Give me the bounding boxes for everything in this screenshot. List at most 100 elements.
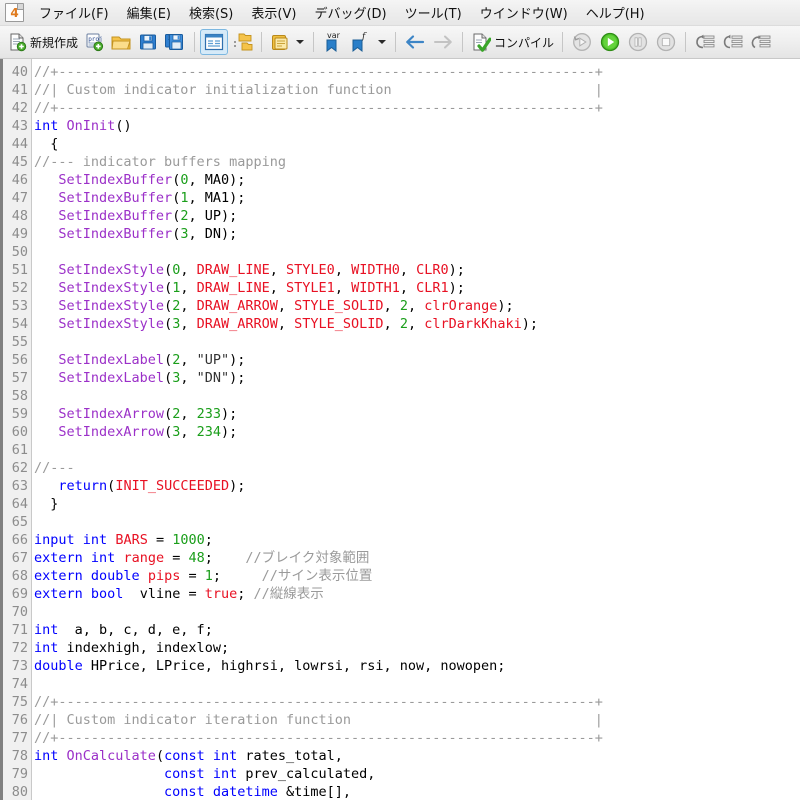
- line-number: 72: [11, 640, 28, 656]
- code-line[interactable]: [34, 333, 800, 351]
- navigate-forward-button[interactable]: [429, 29, 457, 55]
- new-project-button[interactable]: proj: [81, 29, 107, 55]
- insert-variable-button[interactable]: var: [319, 29, 347, 55]
- code-line[interactable]: {: [34, 135, 800, 153]
- code-token: int: [34, 748, 59, 764]
- save-button[interactable]: [135, 29, 161, 55]
- line-number: 69: [11, 586, 28, 602]
- code-line[interactable]: [34, 513, 800, 531]
- new-file-button[interactable]: 新規作成: [4, 29, 81, 55]
- code-line[interactable]: SetIndexBuffer(1, MA1);: [34, 189, 800, 207]
- menu-tools[interactable]: ツール(T): [396, 0, 471, 25]
- menu-view[interactable]: 表示(V): [242, 0, 305, 25]
- clipboard-dropdown-caret[interactable]: [296, 40, 305, 44]
- code-line[interactable]: [34, 243, 800, 261]
- menu-help[interactable]: ヘルプ(H): [577, 0, 654, 25]
- code-line[interactable]: return(INIT_SUCCEEDED);: [34, 477, 800, 495]
- navigate-back-button[interactable]: [401, 29, 429, 55]
- code-line[interactable]: SetIndexArrow(3, 234);: [34, 423, 800, 441]
- code-token: SetIndexArrow: [58, 424, 165, 440]
- clipboard-button[interactable]: [267, 29, 293, 55]
- code-line[interactable]: SetIndexStyle(3, DRAW_ARROW, STYLE_SOLID…: [34, 315, 800, 333]
- debug-pause-button[interactable]: [624, 29, 652, 55]
- code-line[interactable]: SetIndexArrow(2, 233);: [34, 405, 800, 423]
- function-dropdown-caret[interactable]: [378, 40, 387, 44]
- menu-file[interactable]: ファイル(F): [30, 0, 118, 25]
- compile-button[interactable]: コンパイル: [468, 29, 557, 55]
- code-token: ;: [237, 586, 254, 602]
- code-token: "UP": [196, 352, 230, 368]
- line-number: 61: [11, 442, 28, 458]
- toolbar-separator-1: [194, 32, 196, 52]
- code-line[interactable]: const int prev_calculated,: [34, 765, 800, 783]
- debug-start-button[interactable]: [596, 29, 624, 55]
- menu-search[interactable]: 検索(S): [180, 0, 242, 25]
- code-token: &time[],: [277, 784, 352, 800]
- code-line[interactable]: int OnInit(): [34, 117, 800, 135]
- code-line[interactable]: //+-------------------------------------…: [34, 693, 800, 711]
- open-button[interactable]: [107, 29, 135, 55]
- step-over-icon: [722, 32, 744, 52]
- code-line[interactable]: [34, 441, 800, 459]
- toggle-toolbox-button[interactable]: [228, 29, 256, 55]
- line-number: 48: [11, 208, 28, 224]
- code-token: ,: [180, 406, 197, 422]
- code-line[interactable]: [34, 387, 800, 405]
- code-line[interactable]: //+-------------------------------------…: [34, 63, 800, 81]
- step-out-button[interactable]: [747, 29, 775, 55]
- code-line[interactable]: SetIndexBuffer(3, DN);: [34, 225, 800, 243]
- code-line[interactable]: extern double pips = 1; //サイン表示位置: [34, 567, 800, 585]
- clipboard-icon: [270, 32, 290, 52]
- menu-window[interactable]: ウインドウ(W): [471, 0, 577, 25]
- step-into-button[interactable]: [691, 29, 719, 55]
- code-line[interactable]: SetIndexStyle(0, DRAW_LINE, STYLE0, WIDT…: [34, 261, 800, 279]
- code-line[interactable]: SetIndexLabel(3, "DN");: [34, 369, 800, 387]
- menu-debug[interactable]: デバッグ(D): [305, 0, 395, 25]
- code-token: SetIndexStyle: [58, 316, 165, 332]
- code-line[interactable]: }: [34, 495, 800, 513]
- code-line[interactable]: SetIndexLabel(2, "UP");: [34, 351, 800, 369]
- code-line[interactable]: extern bool vline = true; //縦線表示: [34, 585, 800, 603]
- code-token: =: [147, 532, 173, 548]
- code-line[interactable]: input int BARS = 1000;: [34, 531, 800, 549]
- toolbar-separator-4: [395, 32, 397, 52]
- code-line[interactable]: [34, 675, 800, 693]
- code-line[interactable]: //+-------------------------------------…: [34, 99, 800, 117]
- line-number: 70: [11, 604, 28, 620]
- code-line[interactable]: SetIndexStyle(2, DRAW_ARROW, STYLE_SOLID…: [34, 297, 800, 315]
- code-line[interactable]: const datetime &time[],: [34, 783, 800, 800]
- line-number: 56: [11, 352, 28, 368]
- insert-function-button[interactable]: f: [347, 29, 375, 55]
- code-line[interactable]: double HPrice, LPrice, highrsi, lowrsi, …: [34, 657, 800, 675]
- code-editor[interactable]: 40 41 42 43 44 45 46 47 48 49 50 51 52 53 54 55 56 57 58 59…: [0, 59, 800, 800]
- code-line[interactable]: SetIndexBuffer(0, MA0);: [34, 171, 800, 189]
- code-token: (): [115, 118, 132, 134]
- code-line[interactable]: SetIndexStyle(1, DRAW_LINE, STYLE1, WIDT…: [34, 279, 800, 297]
- step-over-button[interactable]: [719, 29, 747, 55]
- code-token: //ブレイク対象範囲: [245, 550, 370, 566]
- code-line[interactable]: //| Custom indicator initialization func…: [34, 81, 800, 99]
- code-token: int: [34, 118, 59, 134]
- code-line[interactable]: //--- indicator buffers mapping: [34, 153, 800, 171]
- toggle-navigator-button[interactable]: [200, 29, 229, 55]
- code-line[interactable]: //+-------------------------------------…: [34, 729, 800, 747]
- toolbar-separator-7: [685, 32, 687, 52]
- line-number: 78: [11, 748, 28, 764]
- code-line[interactable]: int indexhigh, indexlow;: [34, 639, 800, 657]
- debug-stop-button[interactable]: [652, 29, 680, 55]
- code-line[interactable]: //---: [34, 459, 800, 477]
- code-line[interactable]: int a, b, c, d, e, f;: [34, 621, 800, 639]
- code-line[interactable]: [34, 603, 800, 621]
- code-token: );: [448, 262, 465, 278]
- code-area[interactable]: //+-------------------------------------…: [32, 59, 800, 800]
- code-line[interactable]: SetIndexBuffer(2, UP);: [34, 207, 800, 225]
- save-all-button[interactable]: [161, 29, 189, 55]
- code-token: HPrice, LPrice, highrsi, lowrsi, rsi, no…: [82, 658, 506, 674]
- debug-restart-button[interactable]: [568, 29, 596, 55]
- code-line[interactable]: extern int range = 48; //ブレイク対象範囲: [34, 549, 800, 567]
- menu-edit[interactable]: 編集(E): [118, 0, 180, 25]
- code-line[interactable]: //| Custom indicator iteration function …: [34, 711, 800, 729]
- code-line[interactable]: int OnCalculate(const int rates_total,: [34, 747, 800, 765]
